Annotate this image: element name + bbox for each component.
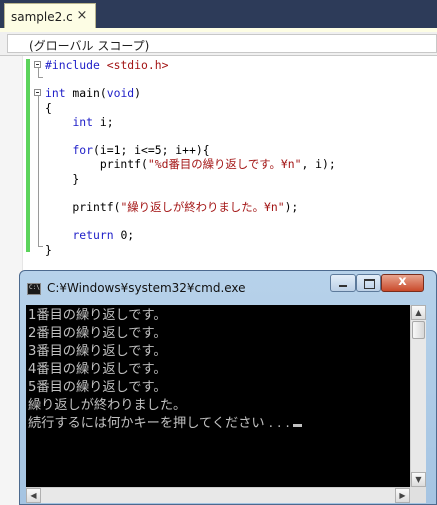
fold-toggle-icon[interactable] — [34, 89, 41, 96]
code-line: printf("%d番目の繰り返しです。¥n", i); — [45, 157, 336, 171]
code-token: #include — [45, 58, 107, 72]
cmd-window-title: C:¥Windows¥system32¥cmd.exe — [47, 281, 246, 295]
scroll-left-icon[interactable]: ◀ — [26, 488, 41, 503]
close-button[interactable] — [381, 274, 424, 292]
code-token: , i); — [301, 157, 336, 172]
tab-sample2-c[interactable]: sample2.c × — [4, 3, 96, 31]
code-token: int — [72, 114, 94, 129]
outline-line — [38, 96, 39, 246]
change-tracking-bar — [26, 59, 30, 252]
scroll-up-icon[interactable]: ▲ — [411, 305, 426, 320]
code-token: for — [72, 143, 94, 158]
code-line: int main(void) — [45, 86, 141, 100]
document-tab-strip: sample2.c × — [0, 0, 437, 32]
cmd-window[interactable]: C:¥Windows¥system32¥cmd.exe 1番目の繰り返しです。 2… — [19, 270, 437, 505]
console-line: 5番目の繰り返しです。 — [28, 379, 167, 396]
console-line: 3番目の繰り返しです。 — [28, 343, 167, 360]
code-token: void — [106, 86, 135, 101]
outline-tick — [38, 77, 43, 78]
code-token: int — [45, 86, 66, 101]
code-token: return — [72, 228, 114, 243]
text-cursor — [292, 424, 302, 427]
console-output[interactable]: 1番目の繰り返しです。 2番目の繰り返しです。 3番目の繰り返しです。 4番目の繰り返… — [26, 305, 410, 487]
console-line-text: 繰り返しが終わりました。 — [28, 398, 187, 413]
code-token: (i=1; i<=5; i++){ — [93, 143, 210, 158]
code-token: i; — [93, 114, 114, 129]
code-line: } — [45, 172, 79, 186]
scroll-thumb[interactable] — [412, 321, 425, 339]
tab-label: sample2.c — [11, 10, 73, 24]
code-token: } — [45, 242, 52, 257]
console-line-text: 続行するには何かキーを押してください . . . — [28, 416, 290, 431]
console-line: 繰り返しが終わりました。 — [28, 397, 186, 414]
scroll-right-icon[interactable]: ▶ — [395, 488, 410, 503]
code-token: "繰り返しが終わりました。¥n" — [120, 200, 285, 214]
code-line: printf("繰り返しが終わりました。¥n"); — [45, 200, 298, 214]
fold-toggle-icon[interactable] — [34, 61, 41, 68]
vertical-scrollbar[interactable]: ▲ ▼ — [410, 305, 426, 487]
scope-dropdown[interactable]: (グローバル スコープ) — [7, 34, 437, 53]
outline-line — [38, 68, 39, 77]
code-line: for(i=1; i<=5; i++){ — [45, 143, 210, 158]
code-line: } — [45, 243, 52, 257]
console-line: 4番目の繰り返しです。 — [28, 361, 167, 378]
console-line-text: 4番目の繰り返しです。 — [28, 362, 167, 377]
minimize-button[interactable] — [330, 274, 356, 292]
outline-tick — [38, 246, 43, 247]
scrollbar-corner — [410, 487, 426, 503]
console-line-text: 5番目の繰り返しです。 — [28, 380, 167, 395]
code-token: <stdio.h> — [106, 58, 169, 72]
console-line: 2番目の繰り返しです。 — [28, 325, 167, 342]
code-token: ) — [134, 86, 142, 101]
code-token: { — [45, 100, 52, 115]
console-line-text: 3番目の繰り返しです。 — [28, 344, 167, 359]
console-app-icon[interactable] — [27, 283, 41, 295]
console-line: 続行するには何かキーを押してください . . . — [28, 415, 302, 432]
code-line: int i; — [45, 114, 114, 129]
navigation-bar: (グローバル スコープ) — [0, 32, 437, 56]
code-line: #include <stdio.h> — [45, 58, 168, 72]
code-token: } — [45, 171, 80, 186]
horizontal-scrollbar[interactable]: ◀ ▶ — [26, 487, 410, 503]
code-token: 0; — [113, 228, 135, 243]
close-icon[interactable]: × — [76, 9, 88, 23]
scope-label: (グローバル スコープ) — [29, 39, 150, 53]
scroll-down-icon[interactable]: ▼ — [411, 472, 426, 487]
code-token: main( — [65, 86, 107, 101]
code-token: printf( — [45, 200, 121, 214]
code-token: ); — [284, 200, 299, 214]
maximize-button[interactable] — [356, 274, 381, 292]
code-token: "%d番目の繰り返しです。¥n" — [147, 157, 302, 172]
code-line: { — [45, 101, 52, 115]
code-line: return 0; — [45, 228, 134, 242]
code-token: printf( — [45, 157, 148, 172]
console-line-text: 2番目の繰り返しです。 — [28, 326, 167, 341]
console-line-text: 1番目の繰り返しです。 — [28, 308, 167, 323]
console-line: 1番目の繰り返しです。 — [28, 307, 167, 324]
